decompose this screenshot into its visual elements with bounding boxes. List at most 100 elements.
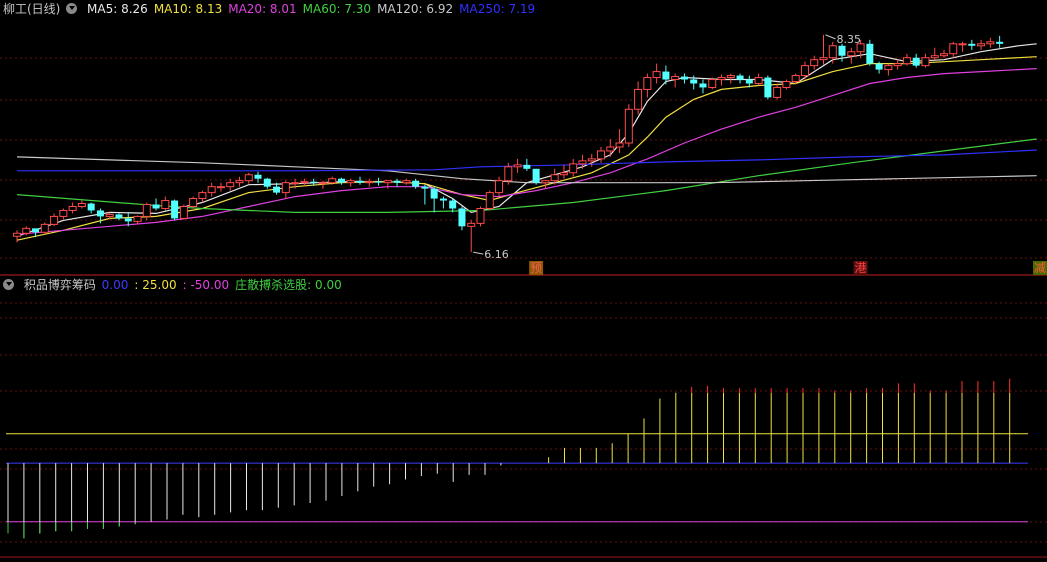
candle: [171, 199, 179, 221]
candle-body: [643, 77, 652, 90]
candle-body: [310, 181, 318, 183]
indicator-value-label-0: 0.00: [101, 278, 129, 292]
high-price-label: 8.35: [836, 33, 861, 46]
candle-body: [346, 180, 355, 184]
candle-body: [421, 186, 429, 189]
candle: [40, 222, 49, 235]
candle-body: [541, 180, 550, 184]
candle-body: [87, 203, 95, 211]
candle-body: [328, 178, 337, 184]
candle-body: [504, 166, 513, 182]
candle-body: [532, 168, 540, 183]
candle: [189, 196, 198, 209]
candle-body: [847, 51, 856, 57]
candle-body: [662, 71, 670, 80]
candle-body: [634, 88, 643, 110]
candle-body: [773, 86, 782, 98]
candle-body: [291, 182, 300, 185]
candle-body: [930, 55, 939, 59]
candle-body: [383, 180, 392, 184]
candle-body: [458, 208, 466, 227]
event-marker: 港: [853, 261, 868, 275]
candle-body: [115, 214, 123, 219]
candle-body: [949, 43, 958, 55]
candle-body: [782, 81, 791, 88]
candle-body: [133, 215, 142, 222]
candle-body: [624, 108, 633, 144]
candle-body: [736, 75, 744, 80]
candle-body: [207, 186, 216, 194]
candle-body: [513, 164, 522, 168]
dropdown-icon[interactable]: [66, 3, 78, 14]
candle-body: [485, 192, 494, 209]
indicator-value-label-1: : 25.00: [134, 278, 177, 292]
candle-body: [356, 180, 364, 183]
candle-body: [77, 203, 86, 207]
candle-body: [968, 43, 976, 46]
candle-body: [754, 77, 763, 84]
candle-body: [884, 65, 893, 71]
candle-body: [375, 181, 383, 183]
candle-body: [893, 63, 902, 67]
candle-body: [559, 172, 568, 176]
candle-body: [161, 200, 170, 209]
candle-body: [412, 180, 420, 187]
event-marker: 预: [529, 261, 544, 275]
candle-body: [318, 182, 327, 185]
candle-body: [50, 215, 59, 225]
sub-chart-header: 积品博弈筹码 0.00: 25.00: -50.00 庄散搏杀选股: 0.00: [3, 277, 348, 293]
ma-legend-label-0: MA5: 8.26: [87, 2, 148, 16]
candle: [624, 104, 633, 147]
candle-body: [940, 53, 948, 57]
candle-body: [838, 45, 846, 56]
candle-body: [124, 218, 132, 222]
candle: [532, 168, 540, 185]
candle-body: [430, 188, 438, 199]
dropdown-icon[interactable]: [3, 279, 14, 290]
candle: [764, 75, 772, 100]
candle-body: [569, 163, 578, 174]
candle-body: [828, 45, 837, 59]
candle-body: [32, 228, 40, 233]
candle-body: [977, 43, 986, 47]
candle-body: [393, 180, 401, 183]
candle-body: [680, 76, 688, 80]
candle-body: [68, 205, 77, 211]
candle-body: [152, 204, 160, 209]
event-marker: 减: [1033, 261, 1047, 275]
candle: [782, 79, 791, 90]
candle-body: [810, 59, 819, 67]
candle-body: [263, 178, 271, 187]
candle-body: [699, 83, 707, 88]
candle-body: [216, 186, 225, 189]
candle: [708, 77, 717, 90]
candle: [179, 204, 188, 220]
candle-body: [745, 79, 753, 84]
event-marker-text: 港: [855, 261, 867, 275]
candle-body: [578, 160, 587, 165]
candle-body: [439, 198, 447, 201]
indicator-title[interactable]: 积品博弈筹码: [24, 278, 96, 292]
candle-body: [800, 65, 809, 77]
candle-body: [690, 79, 698, 84]
candle-body: [179, 205, 188, 219]
event-marker-text: 预: [530, 261, 542, 275]
ma-legend-label-3: MA60: 7.30: [302, 2, 372, 16]
ma-legend-label-2: MA20: 8.01: [228, 2, 297, 16]
candle-body: [105, 213, 114, 217]
candle-body: [764, 77, 772, 98]
stock-title[interactable]: 柳工(日线): [3, 2, 60, 16]
indicator-value-label-2: : -50.00: [182, 278, 230, 292]
candle-body: [986, 41, 995, 45]
candle-body: [587, 158, 596, 162]
candle-body: [281, 182, 290, 194]
candle: [485, 190, 494, 211]
candle-body: [866, 43, 874, 64]
candle-body: [652, 71, 661, 79]
candle-body: [226, 182, 235, 188]
candle-body: [615, 142, 624, 148]
chart-stage: 8.35 6.16 预 港 减 柳工(日线) MA5: 8.26 MA10: 8.13 MA…: [0, 0, 1047, 559]
candle-body: [467, 222, 476, 227]
candle-body: [606, 146, 615, 152]
candle-body: [958, 43, 967, 46]
